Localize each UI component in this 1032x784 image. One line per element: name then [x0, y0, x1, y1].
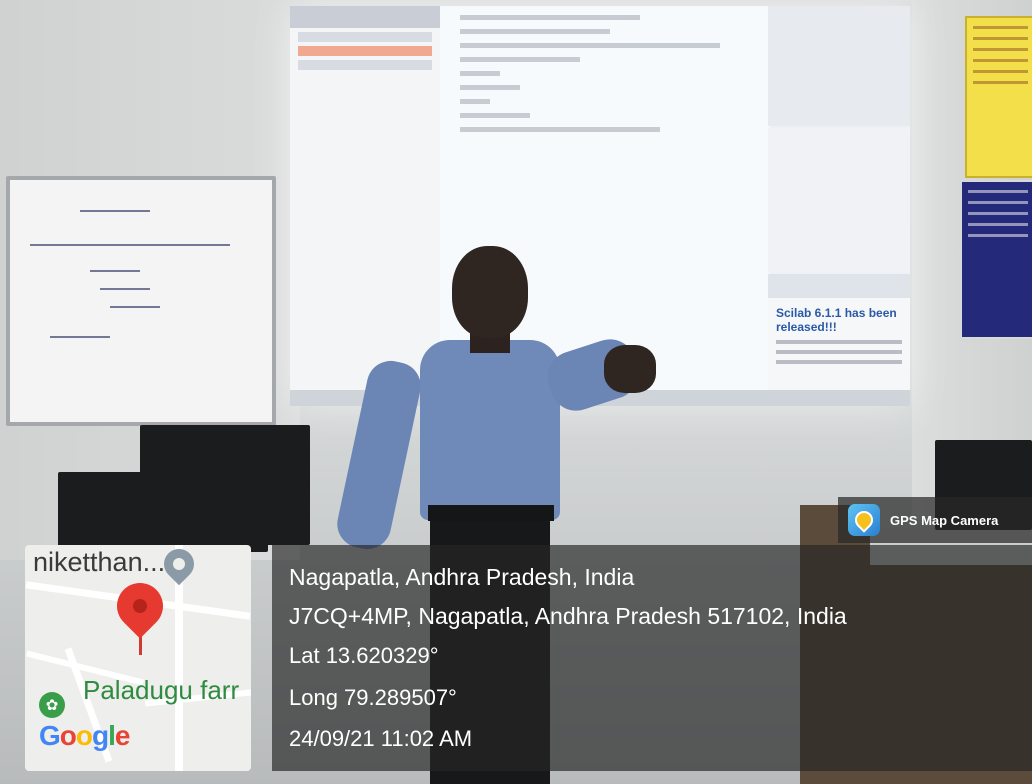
location-info-panel: Nagapatla, Andhra Pradesh, India J7CQ+4M… [272, 545, 1032, 771]
address-line: J7CQ+4MP, Nagapatla, Andhra Pradesh 5171… [289, 603, 847, 629]
news-headline: Scilab 6.1.1 has been released!!! [776, 306, 897, 334]
yellow-notice-poster [965, 16, 1032, 178]
flower-icon: ✿ [39, 692, 65, 718]
place-name: Nagapatla, Andhra Pradesh, India [289, 564, 635, 590]
person-belt [428, 505, 554, 521]
map-poi-label: niketthan... [33, 547, 166, 577]
whiteboard [6, 176, 276, 426]
datetime-text: 24/09/21 11:02 AM [289, 726, 473, 751]
command-history-panel [768, 128, 910, 273]
variable-browser-panel [768, 6, 910, 126]
google-logo: Google [39, 720, 130, 751]
map-thumbnail: niketthan... ✿ Paladugu farr Google [25, 545, 251, 771]
gps-camera-badge: GPS Map Camera [838, 497, 1032, 543]
map-location-pin-icon [107, 573, 173, 639]
file-browser-panel [290, 6, 441, 396]
latitude-text: Lat 13.620329° [289, 643, 439, 668]
blue-notice-poster [960, 180, 1032, 339]
monitor [58, 472, 268, 552]
person-hand [604, 345, 656, 393]
news-feed-panel: Scilab 6.1.1 has been released!!! [768, 274, 910, 406]
person-torso [420, 340, 560, 520]
gps-camera-app-icon [848, 504, 880, 536]
map-farm-label: Paladugu farr [83, 675, 240, 705]
gps-camera-label: GPS Map Camera [890, 512, 999, 528]
longitude-text: Long 79.289507° [289, 685, 457, 710]
person-head [452, 246, 528, 338]
